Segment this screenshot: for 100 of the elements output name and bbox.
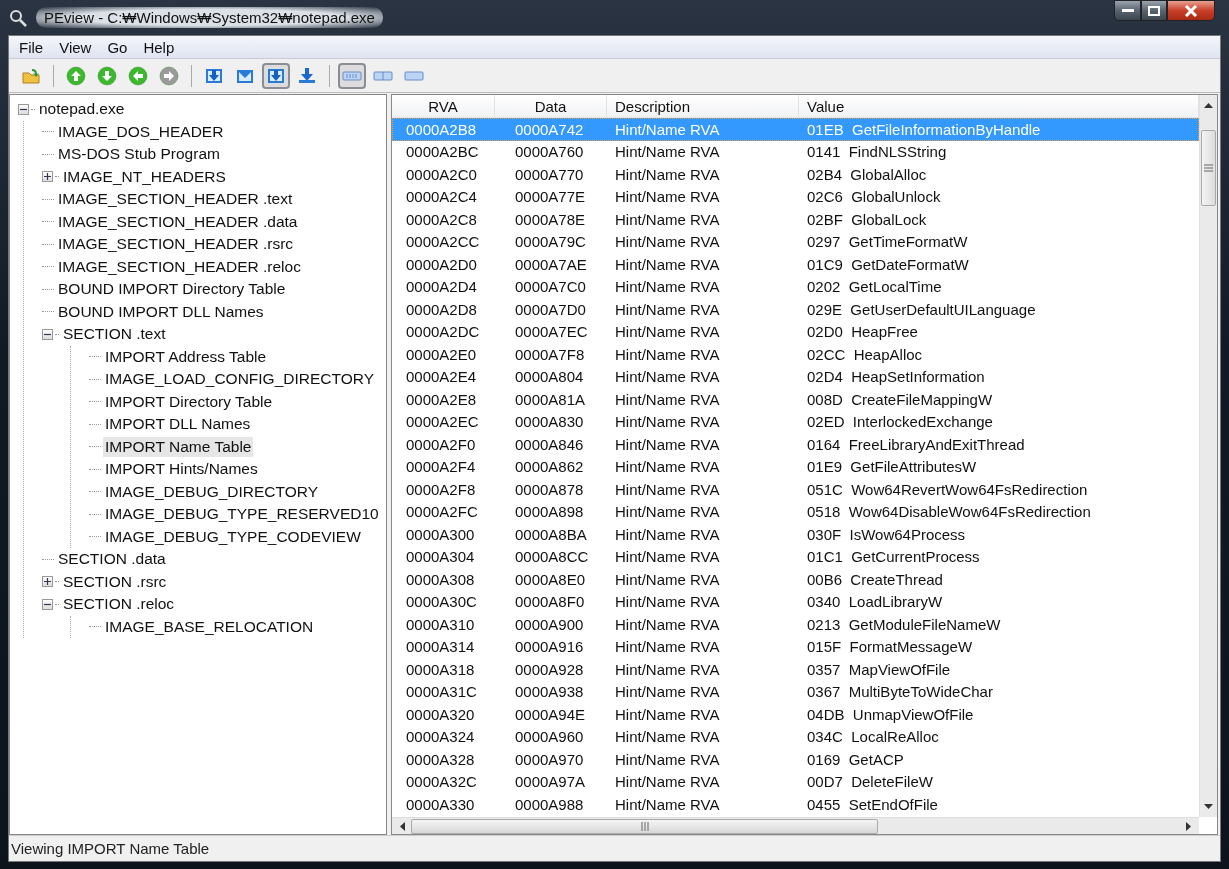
table-cell-text: 030F IsWow64Process	[806, 525, 967, 543]
table-row[interactable]: 0000A330 0000A988 Hint/Name RVA 0455 SetEndOfFile	[392, 793, 1199, 816]
scroll-down-icon[interactable]	[1204, 802, 1213, 811]
tree-item[interactable]: SECTION .rsrc	[61, 571, 169, 592]
tree-item[interactable]: IMPORT Name Table	[103, 436, 254, 457]
collapse-toggle[interactable]	[42, 598, 53, 610]
table-row[interactable]: 0000A2E8 0000A81A Hint/Name RVA 008D CreateFileMappingW	[392, 388, 1199, 411]
tree-item[interactable]: IMAGE_DEBUG_TYPE_CODEVIEW	[103, 526, 363, 547]
table-cell-text: 0000A804	[514, 368, 585, 386]
scroll-left-icon[interactable]	[398, 821, 407, 831]
plus-icon	[44, 173, 51, 181]
scroll-right-icon[interactable]	[1184, 821, 1193, 831]
table-row[interactable]: 0000A2C4 0000A77E Hint/Name RVA 02C6 GlobalUnlock	[392, 185, 1199, 208]
grip-icon	[640, 821, 649, 831]
table-cell-text: 0000A846	[514, 435, 585, 453]
table-row[interactable]: 0000A2CC 0000A79C Hint/Name RVA 0297 GetTimeFormatW	[392, 230, 1199, 253]
table-cell-text: 01E9 GetFileAttributesW	[806, 458, 978, 476]
table-row[interactable]: 0000A314 0000A916 Hint/Name RVA 015F FormatMessageW	[392, 635, 1199, 658]
tree-item[interactable]: BOUND IMPORT DLL Names	[56, 301, 266, 322]
expand-toggle[interactable]	[42, 576, 53, 588]
table-cell-text: 0340 LoadLibraryW	[806, 593, 944, 611]
table-row[interactable]: 0000A2E4 0000A804 Hint/Name RVA 02D4 HeapSetInformation	[392, 365, 1199, 388]
toolbar-button[interactable]	[262, 62, 290, 89]
menu-item[interactable]: View	[51, 38, 100, 56]
scroll-up-icon[interactable]	[1204, 101, 1213, 110]
table-row[interactable]: 0000A2DC 0000A7EC Hint/Name RVA 02D0 HeapFree	[392, 320, 1199, 343]
horizontal-scrollbar[interactable]	[392, 817, 1199, 834]
table-row[interactable]: 0000A2FC 0000A898 Hint/Name RVA 0518 Wow64DisableWow64FsRedirection	[392, 500, 1199, 523]
tree-item[interactable]: IMAGE_SECTION_HEADER .data	[56, 211, 300, 232]
expand-toggle[interactable]	[42, 171, 53, 183]
table-cell-text: 0000A970	[514, 750, 585, 768]
table-row[interactable]: 0000A324 0000A960 Hint/Name RVA 034C LocalReAlloc	[392, 725, 1199, 748]
column-header[interactable]: RVA	[392, 95, 495, 117]
table-row[interactable]: 0000A30C 0000A8F0 Hint/Name RVA 0340 LoadLibraryW	[392, 590, 1199, 613]
table-row[interactable]: 0000A2EC 0000A830 Hint/Name RVA 02ED InterlockedExchange	[392, 410, 1199, 433]
collapse-toggle[interactable]	[18, 103, 29, 115]
table-cell-text: 0000A928	[514, 660, 585, 678]
scrollbar-thumb[interactable]	[1201, 130, 1216, 206]
toolbar-button[interactable]	[338, 62, 366, 89]
table-row[interactable]: 0000A328 0000A970 Hint/Name RVA 0169 GetACP	[392, 748, 1199, 771]
table-row[interactable]: 0000A2D0 0000A7AE Hint/Name RVA 01C9 GetDateFormatW	[392, 253, 1199, 276]
tree-item[interactable]: IMAGE_SECTION_HEADER .rsrc	[56, 234, 296, 255]
tree-item[interactable]: IMAGE_SECTION_HEADER .reloc	[56, 256, 303, 277]
tree-item[interactable]: IMPORT Address Table	[103, 346, 269, 367]
table-row[interactable]: 0000A2BC 0000A760 Hint/Name RVA 0141 FindNLSString	[392, 140, 1199, 163]
table-row[interactable]: 0000A2F4 0000A862 Hint/Name RVA 01E9 GetFileAttributesW	[392, 455, 1199, 478]
tree-item[interactable]: IMAGE_SECTION_HEADER .text	[56, 189, 295, 210]
table-cell-text: 0000A31C	[405, 683, 478, 701]
table-row[interactable]: 0000A32C 0000A97A Hint/Name RVA 00D7 DeleteFileW	[392, 770, 1199, 793]
table-row[interactable]: 0000A2F0 0000A846 Hint/Name RVA 0164 FreeLibraryAndExitThread	[392, 433, 1199, 456]
table-row[interactable]: 0000A308 0000A8E0 Hint/Name RVA 00B6 CreateThread	[392, 568, 1199, 591]
maximize-button[interactable]	[1141, 0, 1167, 21]
table-row[interactable]: 0000A320 0000A94E Hint/Name RVA 04DB UnmapViewOfFile	[392, 703, 1199, 726]
menu-item[interactable]: Go	[99, 38, 136, 56]
table-row[interactable]: 0000A300 0000A8BA Hint/Name RVA 030F IsWow64Process	[392, 523, 1199, 546]
minimize-button[interactable]	[1114, 0, 1141, 21]
table-row[interactable]: 0000A310 0000A900 Hint/Name RVA 0213 GetModuleFileNameW	[392, 613, 1199, 636]
tree-item[interactable]: IMAGE_DOS_HEADER	[56, 121, 226, 142]
table-row[interactable]: 0000A31C 0000A938 Hint/Name RVA 0367 MultiByteToWideChar	[392, 680, 1199, 703]
tree-item[interactable]: IMPORT DLL Names	[103, 414, 253, 435]
table-cell-text: Hint/Name RVA	[614, 255, 721, 273]
table-row[interactable]: 0000A2C0 0000A770 Hint/Name RVA 02B4 GlobalAlloc	[392, 163, 1199, 186]
scrollbar-thumb[interactable]	[411, 818, 878, 834]
menu-item[interactable]: File	[11, 38, 52, 56]
table-row[interactable]: 0000A2D4 0000A7C0 Hint/Name RVA 0202 GetLocalTime	[392, 275, 1199, 298]
table-cell-text: 0141 FindNLSString	[806, 143, 948, 161]
table-row[interactable]: 0000A304 0000A8CC Hint/Name RVA 01C1 GetCurrentProcess	[392, 545, 1199, 568]
tree-item[interactable]: IMAGE_NT_HEADERS	[61, 166, 228, 187]
table-cell-text: 0000A7EC	[514, 323, 589, 341]
table-row[interactable]: 0000A2E0 0000A7F8 Hint/Name RVA 02CC HeapAlloc	[392, 343, 1199, 366]
tree-item[interactable]: SECTION .reloc	[61, 594, 177, 615]
table-row[interactable]: 0000A2C8 0000A78E Hint/Name RVA 02BF GlobalLock	[392, 208, 1199, 231]
tree-item[interactable]: BOUND IMPORT Directory Table	[56, 279, 288, 300]
table-row[interactable]: 0000A2F8 0000A878 Hint/Name RVA 051C Wow64RevertWow64FsRedirection	[392, 478, 1199, 501]
table-cell-text: 02ED InterlockedExchange	[806, 413, 994, 431]
tree-item[interactable]: SECTION .text	[61, 324, 168, 345]
tree-item[interactable]: notepad.exe	[37, 99, 127, 120]
tree-item[interactable]: IMPORT Hints/Names	[103, 459, 260, 480]
tree-item[interactable]: MS-DOS Stub Program	[56, 144, 222, 165]
table-cell-text: 0000A314	[405, 638, 476, 656]
column-header[interactable]: Data	[495, 95, 607, 117]
column-header[interactable]: Description	[607, 95, 799, 117]
vertical-scrollbar[interactable]	[1199, 95, 1217, 817]
table-cell-text: 02CC HeapAlloc	[806, 345, 924, 363]
tree-item[interactable]: IMAGE_LOAD_CONFIG_DIRECTORY	[103, 369, 377, 390]
tree-item[interactable]: SECTION .data	[56, 549, 168, 570]
table-cell-text: 0000A960	[514, 728, 585, 746]
table-row[interactable]: 0000A2D8 0000A7D0 Hint/Name RVA 029E GetUserDefaultUILanguage	[392, 298, 1199, 321]
tree-item[interactable]: IMAGE_BASE_RELOCATION	[103, 616, 316, 637]
table-row[interactable]: 0000A318 0000A928 Hint/Name RVA 0357 MapViewOfFile	[392, 658, 1199, 681]
collapse-toggle[interactable]	[42, 328, 53, 340]
tree-item[interactable]: IMAGE_DEBUG_DIRECTORY	[103, 481, 321, 502]
close-button[interactable]	[1167, 0, 1215, 21]
table-cell-text: 0202 GetLocalTime	[806, 278, 943, 296]
tree-item[interactable]: IMAGE_DEBUG_TYPE_RESERVED10	[103, 504, 381, 525]
table-cell-text: Hint/Name RVA	[614, 728, 721, 746]
tree-item[interactable]: IMPORT Directory Table	[103, 391, 275, 412]
table-cell-text: 0000A308	[405, 570, 476, 588]
menu-item[interactable]: Help	[135, 38, 183, 56]
maximize-icon	[1148, 5, 1160, 16]
